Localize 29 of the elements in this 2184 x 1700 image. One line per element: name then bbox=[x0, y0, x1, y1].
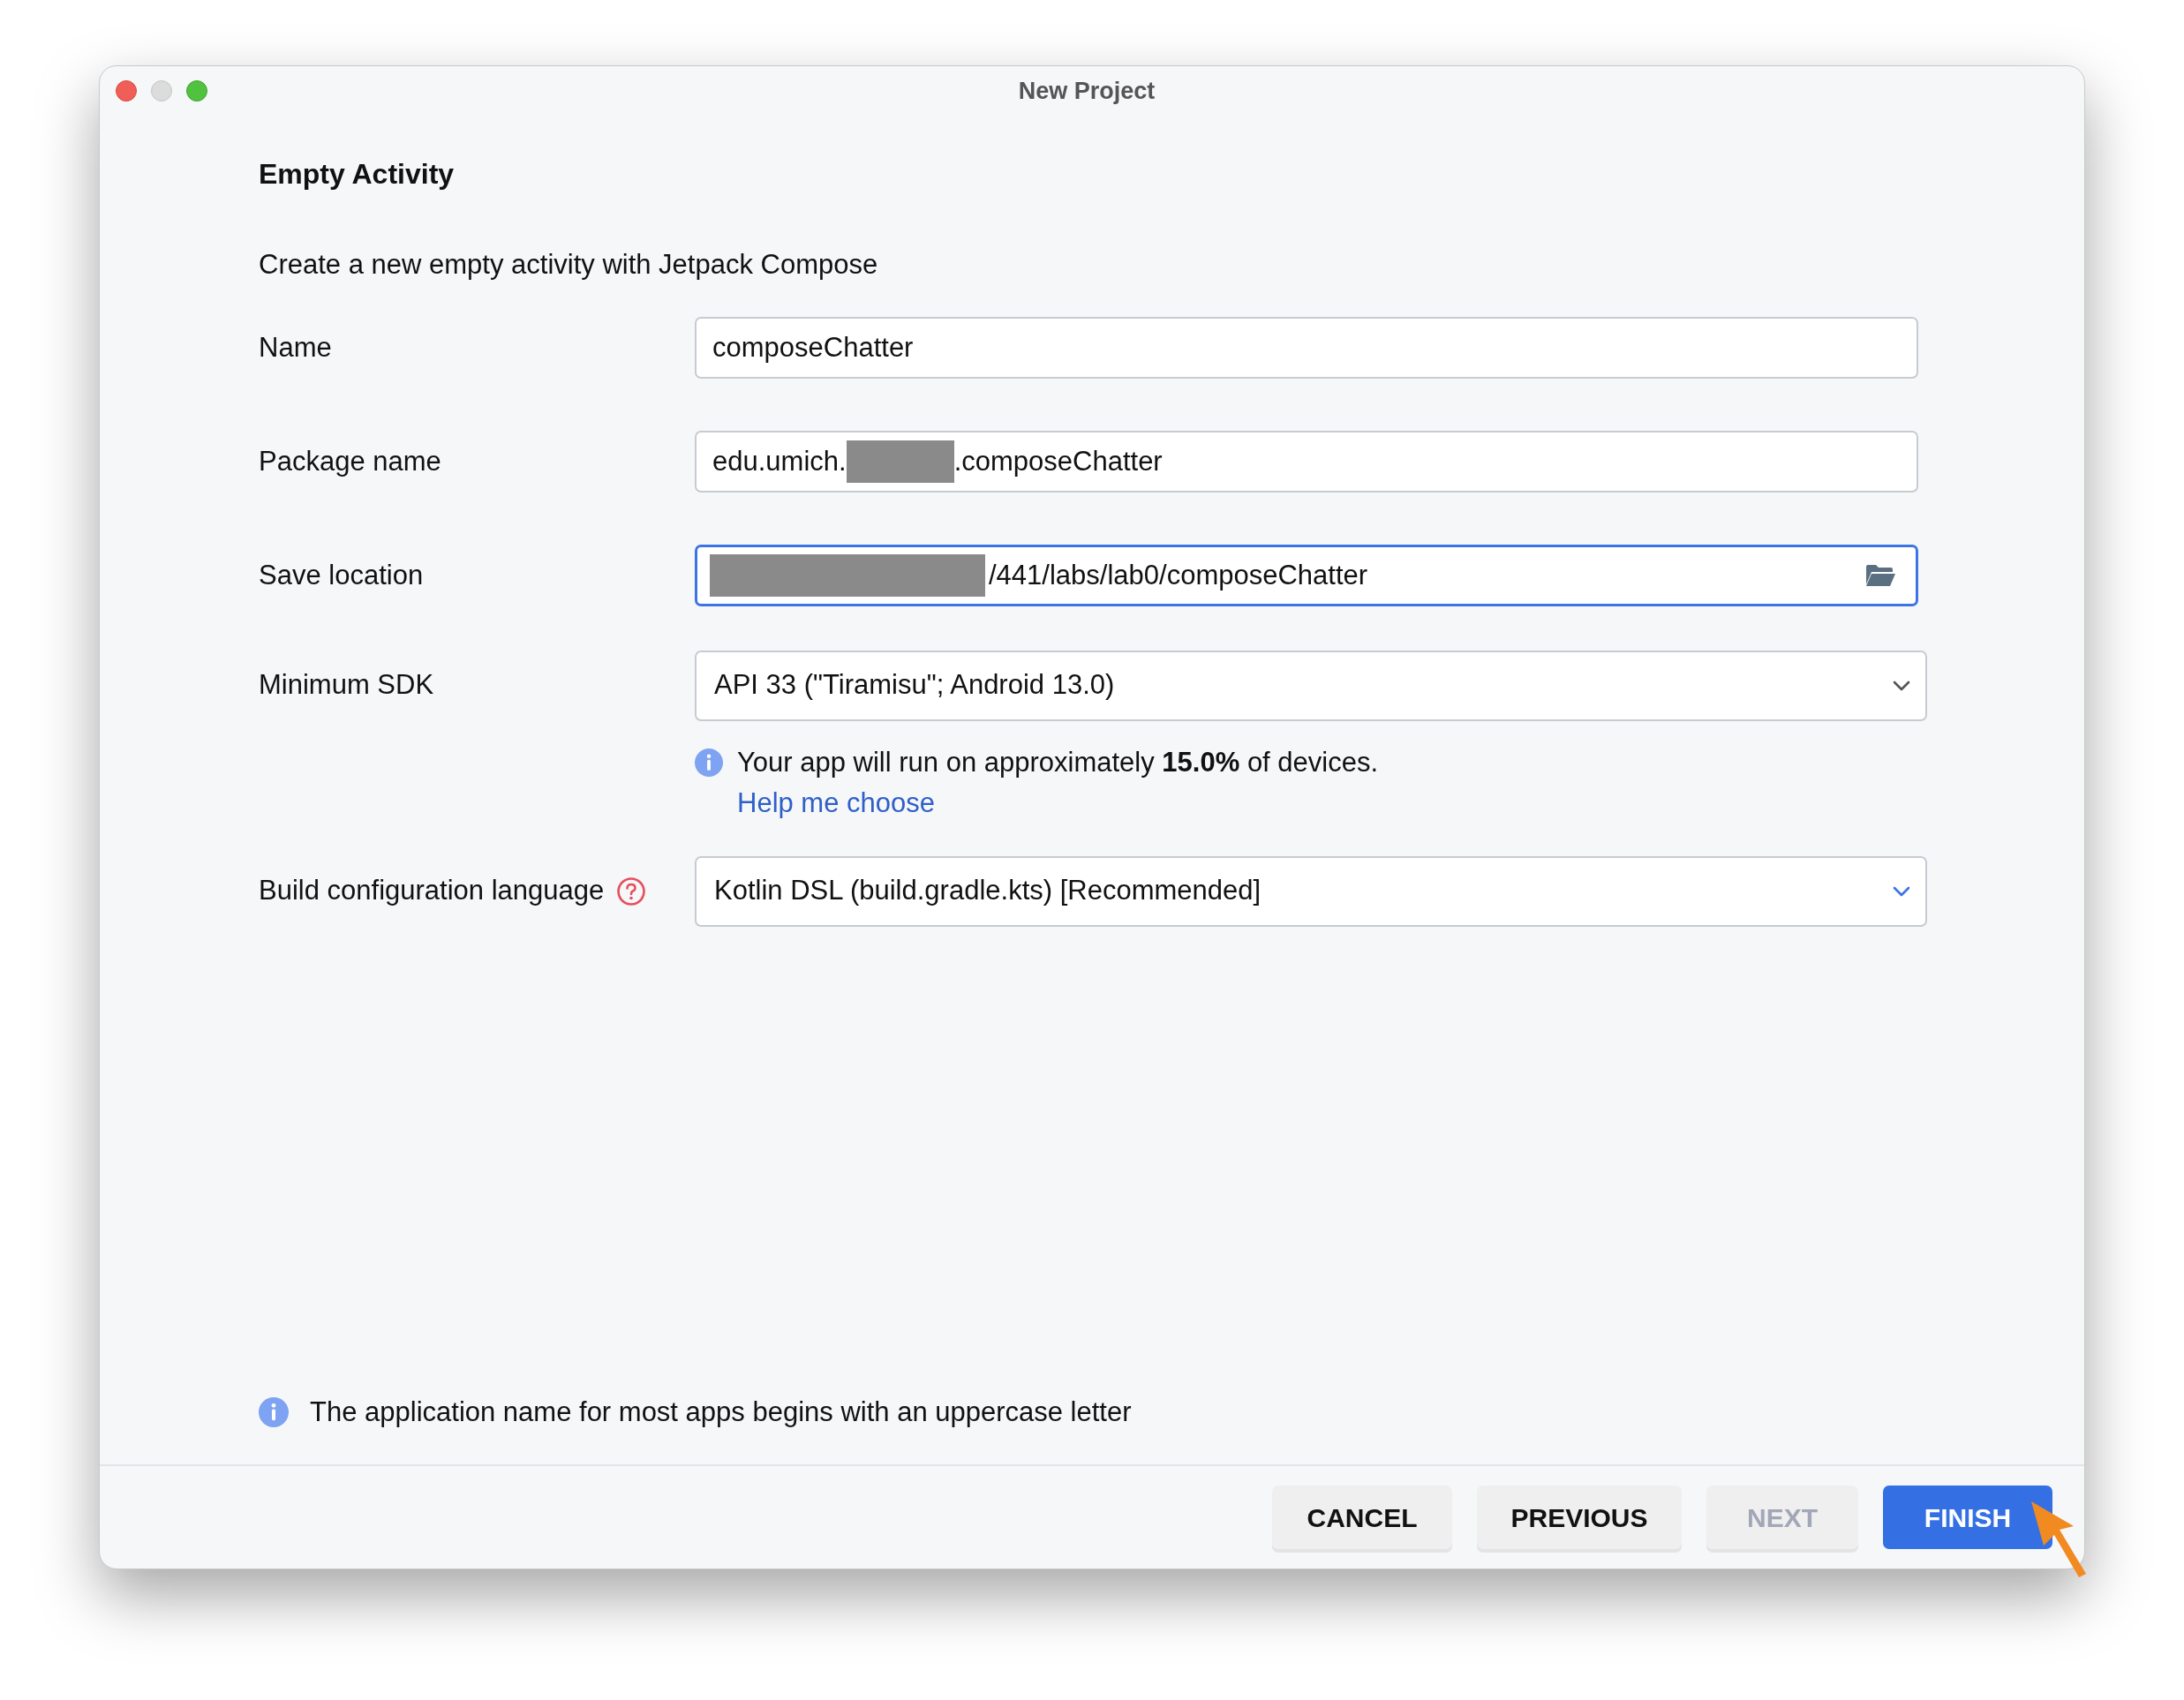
dropdown[interactable]: API 33 ("Tiramisu"; Android 13.0) bbox=[695, 650, 1927, 721]
field-value: composeChatter bbox=[712, 330, 914, 365]
dialog-button[interactable]: FINISH bbox=[1883, 1486, 2052, 1549]
description-text: Create a new empty activity with Jetpack Compose bbox=[259, 248, 879, 282]
chevron-down-icon bbox=[1892, 884, 1911, 898]
zoom-window-button[interactable] bbox=[186, 80, 207, 102]
close-window-button[interactable] bbox=[116, 80, 137, 102]
help-link[interactable]: Help me choose bbox=[737, 783, 2084, 824]
field-label: Name bbox=[259, 330, 333, 365]
window-title: New Project bbox=[1017, 76, 1156, 106]
hint-text: The application name for most apps begins with an uppercase letter bbox=[310, 1395, 1132, 1429]
text-field[interactable]: /441/labs/lab0/composeChatter bbox=[695, 545, 1918, 606]
folder-icon[interactable] bbox=[1864, 563, 1896, 588]
field-value: /441/labs/lab0/composeChatter bbox=[989, 558, 1368, 592]
field-value: edu.umich. bbox=[712, 444, 847, 478]
field-label: Minimum SDK bbox=[259, 668, 434, 703]
info-icon bbox=[259, 1396, 289, 1427]
section-heading: Empty Activity bbox=[259, 157, 456, 192]
dropdown[interactable]: Kotlin DSL (build.gradle.kts) [Recommended] bbox=[695, 855, 1927, 927]
chevron-down-icon bbox=[1892, 679, 1911, 692]
help-icon[interactable] bbox=[616, 876, 647, 906]
text-field[interactable]: edu.umich. .composeChatter bbox=[695, 431, 1918, 493]
field-label: Package name bbox=[259, 444, 442, 478]
info-icon bbox=[695, 748, 723, 777]
field-value: .composeChatter bbox=[953, 444, 1163, 478]
field-label: Save location bbox=[259, 558, 425, 592]
info-text: Your app will run on approximately 15.0% of devices. bbox=[737, 745, 1379, 779]
text-field[interactable]: composeChatter bbox=[695, 317, 1918, 379]
field-label: Build configuration language bbox=[259, 874, 605, 908]
